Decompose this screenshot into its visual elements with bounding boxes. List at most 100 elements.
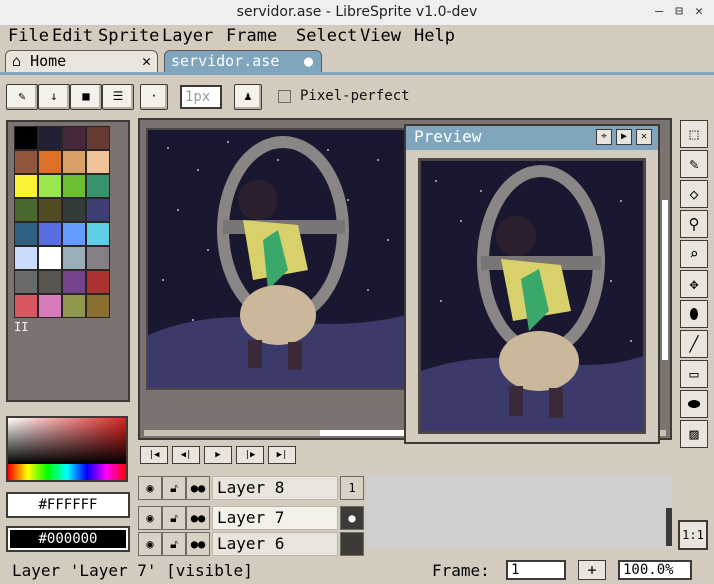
menu-frame[interactable]: Frame	[226, 26, 277, 48]
hue-slider[interactable]	[8, 464, 126, 480]
palette-swatch[interactable]	[14, 150, 38, 174]
play-icon[interactable]: ▶	[204, 446, 232, 464]
tab-servidor[interactable]: servidor.ase ●	[164, 50, 322, 72]
palette-swatch[interactable]	[14, 246, 38, 270]
palette-swatch[interactable]	[38, 246, 62, 270]
lock-icon[interactable]: 🔓︎	[162, 476, 186, 500]
contour-tool-icon[interactable]: ⬬	[680, 390, 708, 418]
foreground-color-button[interactable]: #FFFFFF	[6, 492, 130, 518]
palette-swatch[interactable]	[62, 174, 86, 198]
palette-swatch[interactable]	[14, 174, 38, 198]
close-window-button[interactable]: ✕	[690, 3, 708, 21]
frame-input[interactable]: 1	[506, 560, 566, 580]
visibility-eye-icon[interactable]: ◉	[138, 532, 162, 556]
palette-swatch[interactable]	[38, 294, 62, 318]
layer-name[interactable]: Layer 8	[212, 476, 338, 500]
tab-home[interactable]: ⌂ Home ✕	[5, 50, 158, 72]
preview-close-icon[interactable]: ✕	[636, 129, 652, 145]
layer-row[interactable]: ◉ 🔓︎ ●● Layer 8	[138, 476, 338, 500]
layer-row-selected[interactable]: ◉ 🔓︎ ●● Layer 7	[138, 506, 338, 530]
saturation-value-picker[interactable]	[8, 418, 126, 464]
palette-swatch[interactable]	[62, 150, 86, 174]
palette-swatch[interactable]	[86, 126, 110, 150]
layer-name[interactable]: Layer 6	[212, 532, 338, 556]
ink-button[interactable]: ♟	[234, 84, 262, 110]
brush-angle-button[interactable]: ·	[140, 84, 168, 110]
palette-swatch[interactable]	[86, 150, 110, 174]
timeline-scrollbar[interactable]	[666, 508, 672, 546]
preview-canvas[interactable]	[418, 158, 646, 434]
continuous-icon[interactable]: ●●	[186, 532, 210, 556]
background-color-button[interactable]: #000000	[6, 526, 130, 552]
palette-swatch[interactable]	[86, 246, 110, 270]
previous-frame-icon[interactable]: ◀|	[172, 446, 200, 464]
menu-layer[interactable]: Layer	[162, 26, 213, 48]
rectangle-tool-icon[interactable]: ▭	[680, 360, 708, 388]
palette-swatch[interactable]	[14, 198, 38, 222]
palette-swatch[interactable]	[86, 270, 110, 294]
palette-swatch[interactable]	[86, 174, 110, 198]
brush-shape-button[interactable]: ■	[70, 84, 102, 110]
menu-file[interactable]: File	[8, 26, 49, 48]
layer-row[interactable]: ◉ 🔓︎ ●● Layer 6	[138, 532, 338, 556]
add-frame-button[interactable]: +	[578, 560, 606, 580]
palette-swatch[interactable]	[14, 294, 38, 318]
palette-swatch[interactable]	[86, 222, 110, 246]
palette-swatch[interactable]	[86, 294, 110, 318]
palette-swatch[interactable]	[14, 126, 38, 150]
zoom-tool-icon[interactable]: ⌕	[680, 240, 708, 268]
menu-select[interactable]: Select	[296, 26, 357, 48]
zoom-input[interactable]: 100.0%	[618, 560, 692, 580]
frame-header[interactable]: 1	[340, 476, 364, 500]
menu-view[interactable]: View	[360, 26, 401, 48]
continuous-icon[interactable]: ●●	[186, 476, 210, 500]
palette-resize-icon[interactable]: II	[14, 320, 28, 334]
palette-swatch[interactable]	[62, 246, 86, 270]
palette-swatch[interactable]	[62, 126, 86, 150]
color-spectrum[interactable]	[6, 416, 128, 482]
next-frame-icon[interactable]: |▶	[236, 446, 264, 464]
palette-swatch[interactable]	[62, 270, 86, 294]
menu-help[interactable]: Help	[414, 26, 455, 48]
menu-edit[interactable]: Edit	[52, 26, 93, 48]
minimize-button[interactable]: –	[650, 3, 668, 21]
pencil-tool-icon[interactable]: ✎	[680, 150, 708, 178]
visibility-eye-icon[interactable]: ◉	[138, 506, 162, 530]
blur-tool-icon[interactable]: ▨	[680, 420, 708, 448]
palette-swatch[interactable]	[38, 150, 62, 174]
lock-icon[interactable]: 🔓︎	[162, 532, 186, 556]
first-frame-icon[interactable]: |◀	[140, 446, 168, 464]
maximize-button[interactable]: ⊟	[670, 3, 688, 21]
sprite-canvas[interactable]	[146, 128, 408, 390]
palette-swatch[interactable]	[62, 294, 86, 318]
brush-type-button[interactable]: ✎	[6, 84, 38, 110]
eraser-tool-icon[interactable]: ◇	[680, 180, 708, 208]
tab-close-icon[interactable]: ✕	[142, 51, 151, 71]
line-tool-icon[interactable]: ╱	[680, 330, 708, 358]
palette-swatch[interactable]	[38, 270, 62, 294]
palette-swatch[interactable]	[38, 222, 62, 246]
fill-tool-icon[interactable]: ⬮	[680, 300, 708, 328]
last-frame-icon[interactable]: ▶|	[268, 446, 296, 464]
brush-options-button[interactable]: ☰	[102, 84, 134, 110]
visibility-eye-icon[interactable]: ◉	[138, 476, 162, 500]
vertical-scrollbar[interactable]	[662, 200, 668, 360]
cel[interactable]: ●	[340, 506, 364, 530]
timeline-frames-area[interactable]	[366, 474, 672, 548]
cel[interactable]	[340, 532, 364, 556]
marquee-tool-icon[interactable]: ⬚	[680, 120, 708, 148]
pixel-perfect-checkbox[interactable]	[278, 90, 291, 103]
palette-swatch[interactable]	[62, 198, 86, 222]
layer-name[interactable]: Layer 7	[212, 506, 338, 530]
palette-swatch[interactable]	[38, 174, 62, 198]
palette-swatch[interactable]	[62, 222, 86, 246]
menu-sprite[interactable]: Sprite	[98, 26, 159, 48]
zoom-reset-button[interactable]: 1:1	[678, 520, 708, 550]
eyedropper-tool-icon[interactable]: ⚲	[680, 210, 708, 238]
palette-swatch[interactable]	[14, 222, 38, 246]
palette-swatch[interactable]	[38, 198, 62, 222]
brush-dropdown-button[interactable]: ↓	[38, 84, 70, 110]
lock-icon[interactable]: 🔓︎	[162, 506, 186, 530]
palette-swatch[interactable]	[38, 126, 62, 150]
palette-swatch[interactable]	[86, 198, 110, 222]
